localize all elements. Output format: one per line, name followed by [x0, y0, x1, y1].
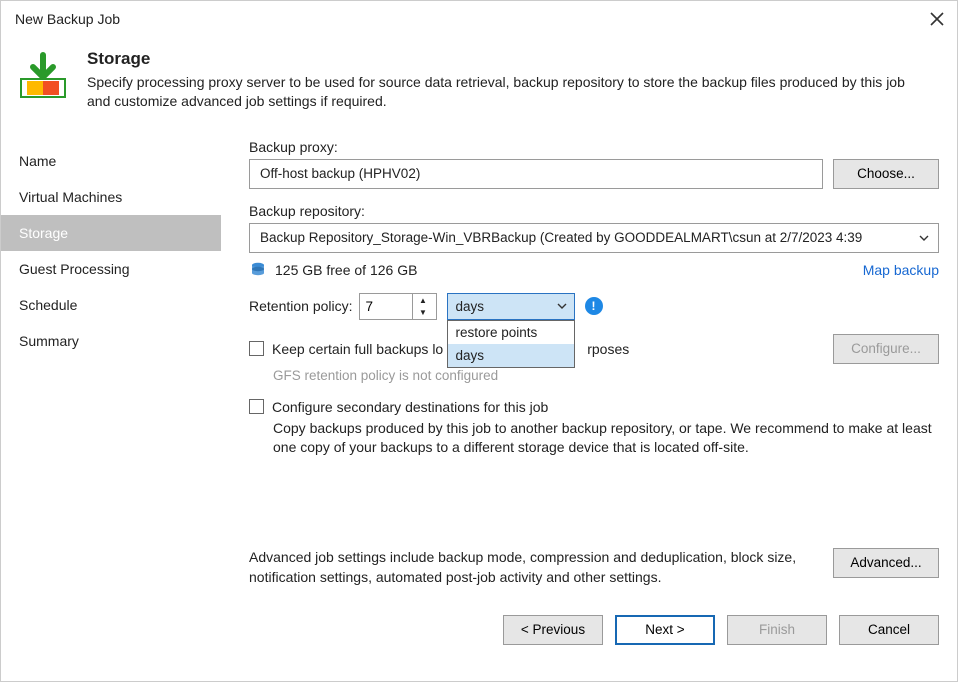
title-bar: New Backup Job [1, 1, 957, 37]
free-space-label: 125 GB free of 126 GB [275, 262, 417, 278]
configure-button: Configure... [833, 334, 939, 364]
retention-unit-value: days [456, 299, 485, 314]
storage-icon [15, 49, 71, 111]
keep-full-label-right: rposes [587, 341, 629, 357]
backup-repository-value: Backup Repository_Storage-Win_VBRBackup … [260, 230, 862, 245]
advanced-description: Advanced job settings include backup mod… [249, 548, 819, 587]
page-title: Storage [87, 49, 929, 69]
keep-full-label-left: Keep certain full backups lo [272, 341, 443, 357]
retention-policy-label: Retention policy: [249, 298, 353, 314]
choose-button[interactable]: Choose... [833, 159, 939, 189]
map-backup-link[interactable]: Map backup [863, 262, 939, 278]
page-header: Storage Specify processing proxy server … [1, 37, 957, 129]
retention-option-days[interactable]: days [448, 344, 574, 367]
info-icon[interactable]: ! [585, 297, 603, 315]
gfs-note: GFS retention policy is not configured [273, 368, 939, 383]
sidebar-item-schedule[interactable]: Schedule [1, 287, 221, 323]
chevron-down-icon [556, 300, 568, 312]
sidebar-item-name[interactable]: Name [1, 143, 221, 179]
backup-repository-label: Backup repository: [249, 203, 939, 219]
chevron-down-icon [918, 232, 930, 244]
main-panel: Backup proxy: Off-host backup (HPHV02) C… [221, 129, 957, 601]
secondary-destinations-description: Copy backups produced by this job to ano… [273, 419, 939, 458]
retention-count-stepper[interactable]: ▲ ▼ [359, 293, 437, 320]
sidebar-item-storage[interactable]: Storage [1, 215, 221, 251]
close-icon[interactable] [929, 11, 945, 27]
retention-unit-options: restore points days [447, 320, 575, 368]
page-description: Specify processing proxy server to be us… [87, 73, 929, 111]
database-icon [249, 261, 275, 279]
cancel-button[interactable]: Cancel [839, 615, 939, 645]
advanced-button[interactable]: Advanced... [833, 548, 939, 578]
sidebar-item-virtual-machines[interactable]: Virtual Machines [1, 179, 221, 215]
backup-repository-dropdown[interactable]: Backup Repository_Storage-Win_VBRBackup … [249, 223, 939, 253]
stepper-down-icon[interactable]: ▼ [413, 306, 434, 319]
retention-count-input[interactable] [360, 294, 412, 319]
wizard-sidebar: Name Virtual Machines Storage Guest Proc… [1, 129, 221, 601]
secondary-destinations-checkbox[interactable] [249, 399, 264, 414]
next-button[interactable]: Next > [615, 615, 715, 645]
sidebar-item-summary[interactable]: Summary [1, 323, 221, 359]
retention-option-restore-points[interactable]: restore points [448, 321, 574, 344]
wizard-footer: < Previous Next > Finish Cancel [1, 601, 957, 659]
backup-proxy-field[interactable]: Off-host backup (HPHV02) [249, 159, 823, 189]
previous-button[interactable]: < Previous [503, 615, 603, 645]
backup-proxy-label: Backup proxy: [249, 139, 939, 155]
keep-full-checkbox[interactable] [249, 341, 264, 356]
window-title: New Backup Job [15, 11, 929, 27]
retention-unit-dropdown[interactable]: days restore points days [447, 293, 575, 320]
sidebar-item-guest-processing[interactable]: Guest Processing [1, 251, 221, 287]
finish-button: Finish [727, 615, 827, 645]
secondary-destinations-label: Configure secondary destinations for thi… [272, 399, 548, 415]
stepper-up-icon[interactable]: ▲ [413, 294, 434, 307]
